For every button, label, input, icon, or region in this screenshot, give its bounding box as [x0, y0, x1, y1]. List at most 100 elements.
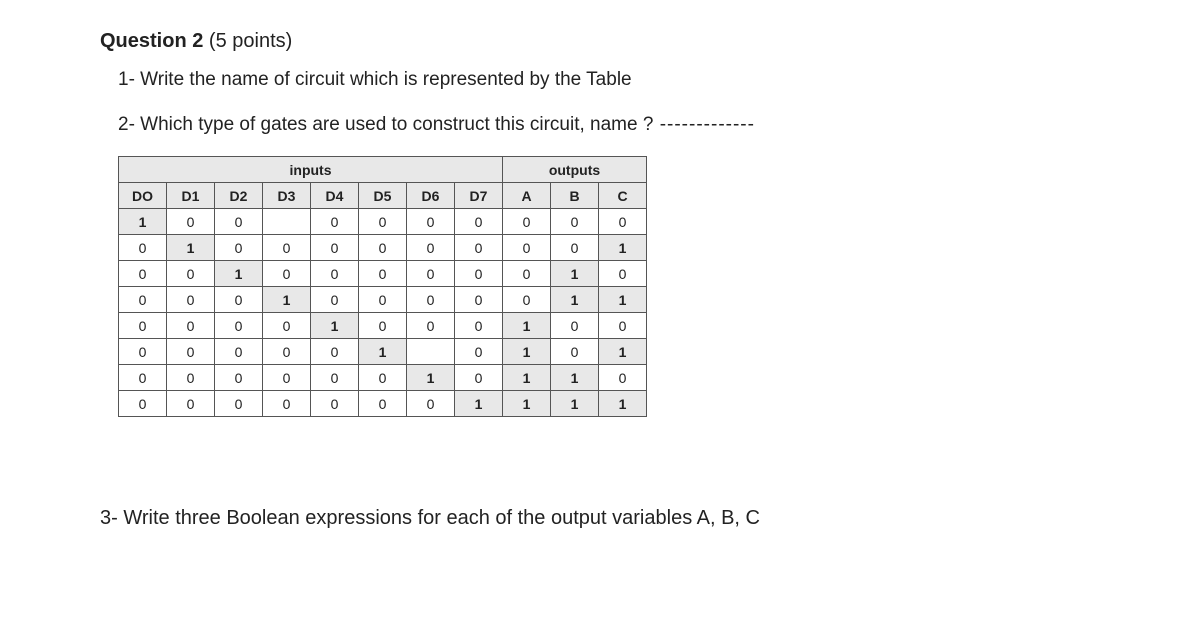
- table-cell: [407, 339, 455, 365]
- table-cell: 0: [407, 391, 455, 417]
- table-cell: 0: [263, 391, 311, 417]
- table-cell: 1: [503, 365, 551, 391]
- question-title: Question 2: [100, 30, 203, 52]
- table-cell: 0: [359, 391, 407, 417]
- table-cell: 0: [407, 261, 455, 287]
- inputs-group-header: inputs: [119, 157, 503, 183]
- table-cell: 0: [119, 391, 167, 417]
- table-cell: 0: [311, 235, 359, 261]
- col-header: DO: [119, 183, 167, 209]
- table-cell: 0: [551, 209, 599, 235]
- table-cell: 1: [503, 391, 551, 417]
- table-cell: 0: [311, 261, 359, 287]
- subquestion-2: 2- Which type of gates are used to const…: [118, 112, 1100, 139]
- table-cell: 0: [167, 209, 215, 235]
- table-cell: 0: [551, 235, 599, 261]
- col-header: D1: [167, 183, 215, 209]
- table-row: 00100000010: [119, 261, 647, 287]
- table-cell: 0: [359, 209, 407, 235]
- table-cell: 0: [359, 313, 407, 339]
- truth-table: inputs outputs DO D1 D2 D3 D4 D5 D6 D7 A…: [118, 156, 647, 417]
- table-cell: 0: [455, 287, 503, 313]
- subquestion-3: 3- Write three Boolean expressions for e…: [100, 507, 1100, 530]
- table-cell: 1: [599, 235, 647, 261]
- col-header: D4: [311, 183, 359, 209]
- question-header: Question 2 (5 points): [100, 30, 1100, 53]
- table-cell: 0: [551, 339, 599, 365]
- table-cell: 0: [503, 209, 551, 235]
- table-cell: 0: [215, 339, 263, 365]
- table-cell: 0: [359, 365, 407, 391]
- table-cell: 0: [215, 391, 263, 417]
- table-row: 00000010110: [119, 365, 647, 391]
- truth-table-container: inputs outputs DO D1 D2 D3 D4 D5 D6 D7 A…: [118, 156, 1100, 417]
- table-cell: 0: [215, 209, 263, 235]
- table-cell: 0: [503, 287, 551, 313]
- table-cell: 1: [455, 391, 503, 417]
- table-cell: 0: [455, 261, 503, 287]
- table-cell: 0: [599, 313, 647, 339]
- outputs-group-header: outputs: [503, 157, 647, 183]
- table-cell: 0: [263, 313, 311, 339]
- table-row: 01000000001: [119, 235, 647, 261]
- table-cell: 0: [119, 313, 167, 339]
- table-cell: 1: [599, 287, 647, 313]
- table-cell: 0: [455, 313, 503, 339]
- table-cell: 1: [551, 261, 599, 287]
- table-cell: 0: [359, 235, 407, 261]
- table-cell: 0: [215, 313, 263, 339]
- table-cell: 0: [215, 287, 263, 313]
- table-cell: 0: [119, 261, 167, 287]
- col-header: D3: [263, 183, 311, 209]
- table-cell: 0: [455, 339, 503, 365]
- table-row: 0000010101: [119, 339, 647, 365]
- table-row: 1000000000: [119, 209, 647, 235]
- table-cell: 0: [119, 339, 167, 365]
- table-cell: 1: [311, 313, 359, 339]
- table-cell: 1: [263, 287, 311, 313]
- table-cell: 1: [167, 235, 215, 261]
- table-group-header-row: inputs outputs: [119, 157, 647, 183]
- table-cell: 0: [167, 261, 215, 287]
- subquestion-1: 1- Write the name of circuit which is re…: [118, 67, 1100, 94]
- subquestion-2-text: 2- Which type of gates are used to const…: [118, 114, 653, 135]
- table-cell: 0: [167, 365, 215, 391]
- table-cell: 0: [263, 235, 311, 261]
- table-cell: 1: [359, 339, 407, 365]
- col-header: C: [599, 183, 647, 209]
- col-header: D2: [215, 183, 263, 209]
- table-cell: 0: [167, 339, 215, 365]
- table-cell: 0: [407, 287, 455, 313]
- table-cell: 0: [311, 391, 359, 417]
- table-row: 00001000100: [119, 313, 647, 339]
- table-cell: 0: [311, 339, 359, 365]
- table-cell: 0: [407, 209, 455, 235]
- table-cell: 1: [407, 365, 455, 391]
- table-cell: 0: [407, 313, 455, 339]
- table-cell: [263, 209, 311, 235]
- col-header: B: [551, 183, 599, 209]
- table-cell: 0: [599, 365, 647, 391]
- table-cell: 0: [359, 287, 407, 313]
- table-cell: 1: [119, 209, 167, 235]
- table-cell: 0: [263, 261, 311, 287]
- table-cell: 0: [407, 235, 455, 261]
- table-cell: 1: [503, 313, 551, 339]
- col-header: A: [503, 183, 551, 209]
- col-header: D5: [359, 183, 407, 209]
- table-cell: 0: [167, 287, 215, 313]
- table-cell: 0: [263, 365, 311, 391]
- table-cell: 0: [215, 235, 263, 261]
- table-cell: 0: [599, 209, 647, 235]
- table-cell: 0: [311, 365, 359, 391]
- table-cell: 0: [311, 287, 359, 313]
- table-cell: 0: [455, 209, 503, 235]
- table-cell: 0: [359, 261, 407, 287]
- table-cell: 0: [119, 365, 167, 391]
- table-cell: 0: [455, 235, 503, 261]
- table-cell: 1: [551, 287, 599, 313]
- table-cell: 0: [503, 261, 551, 287]
- table-cell: 0: [215, 365, 263, 391]
- table-cell: 1: [599, 339, 647, 365]
- question-points: (5 points): [209, 30, 292, 52]
